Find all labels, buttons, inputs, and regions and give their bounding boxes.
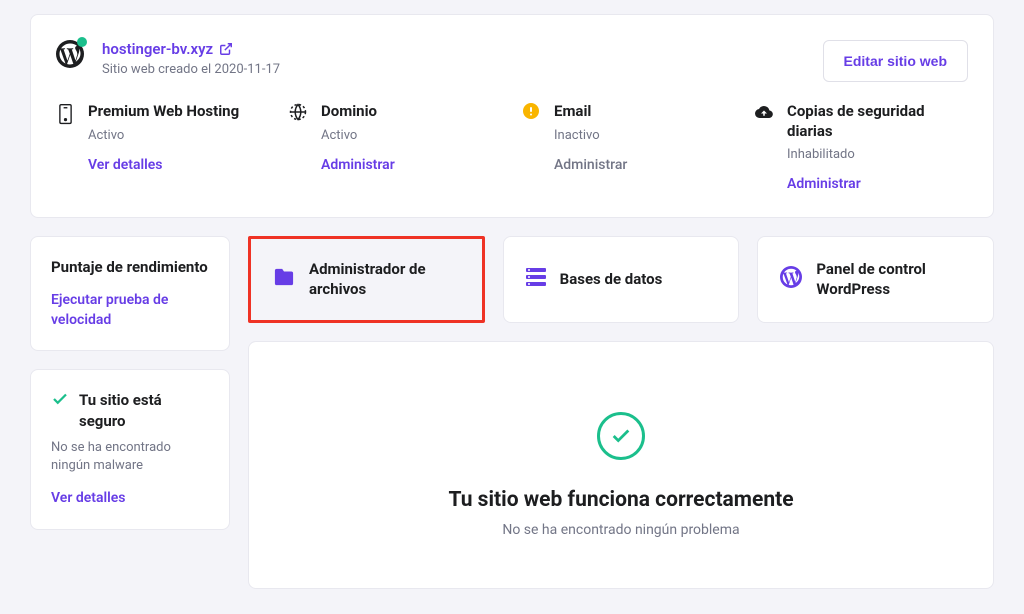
right-column: Administrador de archivos Bases de datos…: [248, 236, 994, 589]
status-dot-icon: [77, 37, 87, 47]
performance-title: Puntaje de rendimiento: [51, 257, 209, 277]
service-status: Activo: [321, 128, 395, 143]
service-status: Inactivo: [554, 128, 627, 143]
service-status: Activo: [88, 128, 239, 143]
service-email: Email Inactivo Administrar: [522, 102, 735, 192]
tile-label: Administrador de archivos: [309, 259, 460, 300]
performance-card: Puntaje de rendimiento Ejecutar prueba d…: [30, 236, 230, 351]
edit-website-button[interactable]: Editar sitio web: [823, 40, 968, 82]
domain-link[interactable]: hostinger-bv.xyz: [102, 40, 280, 58]
site-header: hostinger-bv.xyz Sitio web creado el 202…: [56, 40, 968, 102]
status-title: Tu sitio web funciona correctamente: [279, 488, 963, 512]
security-details-link[interactable]: Ver detalles: [51, 489, 125, 509]
globe-icon: [289, 103, 307, 121]
tile-label: Panel de control WordPress: [816, 259, 971, 300]
domain-manage-link[interactable]: Administrar: [321, 157, 395, 173]
tile-filemanager[interactable]: Administrador de archivos: [248, 236, 485, 323]
service-status: Inhabilitado: [787, 147, 968, 162]
security-title: Tu sitio está seguro: [79, 390, 209, 431]
security-subtitle: No se ha encontrado ningún malware: [51, 439, 209, 475]
status-subtitle: No se ha encontrado ningún problema: [279, 522, 963, 538]
site-header-left: hostinger-bv.xyz Sitio web creado el 202…: [56, 40, 280, 77]
services-row: Premium Web Hosting Activo Ver detalles …: [56, 102, 968, 192]
check-icon: [51, 390, 69, 408]
database-icon: [526, 268, 546, 290]
service-backup: Copias de seguridad diarias Inhabilitado…: [755, 102, 968, 192]
backup-manage-link[interactable]: Administrar: [787, 176, 861, 192]
service-domain: Dominio Activo Administrar: [289, 102, 502, 192]
hosting-details-link[interactable]: Ver detalles: [88, 157, 162, 173]
tile-wordpress[interactable]: Panel de control WordPress: [757, 236, 994, 323]
site-created-label: Sitio web creado el 2020-11-17: [102, 62, 280, 77]
email-manage-link[interactable]: Administrar: [554, 157, 627, 173]
external-link-icon: [219, 42, 233, 56]
main-content: Puntaje de rendimiento Ejecutar prueba d…: [30, 236, 994, 589]
check-circle-icon: [597, 412, 645, 460]
service-title: Email: [554, 102, 627, 122]
tiles-row: Administrador de archivos Bases de datos…: [248, 236, 994, 323]
domain-name: hostinger-bv.xyz: [102, 40, 213, 58]
tile-databases[interactable]: Bases de datos: [503, 236, 740, 323]
server-icon: [56, 103, 74, 125]
service-title: Dominio: [321, 102, 395, 122]
wordpress-logo-icon: [56, 40, 84, 72]
wordpress-icon: [780, 266, 802, 292]
warning-icon: [522, 103, 540, 119]
security-card: Tu sitio está seguro No se ha encontrado…: [30, 369, 230, 529]
cloud-upload-icon: [755, 103, 773, 121]
tile-label: Bases de datos: [560, 269, 663, 289]
service-hosting: Premium Web Hosting Activo Ver detalles: [56, 102, 269, 192]
site-status-card: Tu sitio web funciona correctamente No s…: [248, 341, 994, 589]
service-title: Copias de seguridad diarias: [787, 102, 968, 141]
service-title: Premium Web Hosting: [88, 102, 239, 122]
left-column: Puntaje de rendimiento Ejecutar prueba d…: [30, 236, 230, 589]
run-speedtest-link[interactable]: Ejecutar prueba de velocidad: [51, 291, 209, 330]
folder-icon: [273, 267, 295, 291]
site-overview-card: hostinger-bv.xyz Sitio web creado el 202…: [30, 14, 994, 218]
